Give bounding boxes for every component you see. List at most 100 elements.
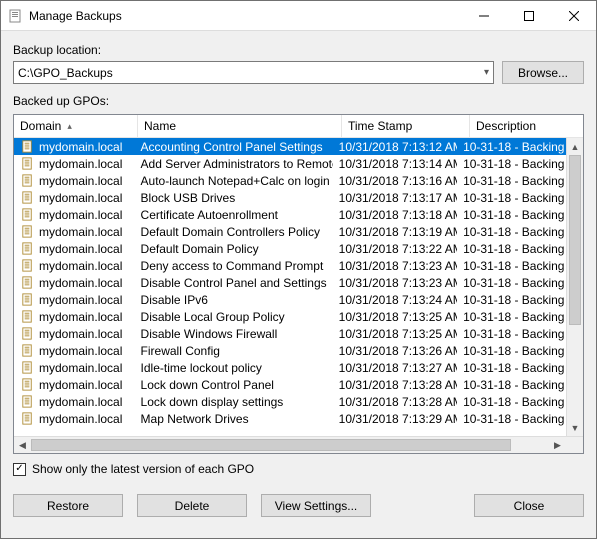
column-description[interactable]: Description	[470, 115, 582, 137]
cell-description: 10-31-18 - Backing up a	[457, 259, 566, 273]
table-row[interactable]: mydomain.local Disable IPv610/31/2018 7:1…	[14, 291, 566, 308]
maximize-button[interactable]	[506, 1, 551, 30]
table-row[interactable]: mydomain.local Default Domain Controllers…	[14, 223, 566, 240]
table-row[interactable]: mydomain.localDefault Domain Policy10/31…	[14, 240, 566, 257]
cell-description: 10-31-18 - Backing up a	[457, 276, 566, 290]
cell-name: Disable Windows Firewall	[135, 327, 333, 341]
close-button[interactable]	[551, 1, 596, 30]
table-row[interactable]: mydomain.local Lock down Control Panel10/…	[14, 376, 566, 393]
cell-domain: mydomain.local	[39, 378, 122, 392]
scroll-thumb-horizontal[interactable]	[31, 439, 511, 451]
cell-timestamp: 10/31/2018 7:13:14 AM	[333, 157, 457, 171]
gpo-icon	[20, 139, 35, 154]
cell-timestamp: 10/31/2018 7:13:29 AM	[333, 412, 457, 426]
cell-name: Add Server Administrators to Remote ...	[135, 157, 333, 171]
view-settings-button[interactable]: View Settings...	[261, 494, 371, 517]
table-row[interactable]: mydomain.localMap Network Drives10/31/20…	[14, 410, 566, 427]
cell-description: 10-31-18 - Backing up a	[457, 174, 566, 188]
table-row[interactable]: mydomain.localDeny access to Command Pro…	[14, 257, 566, 274]
cell-description: 10-31-18 - Backing up a	[457, 378, 566, 392]
vertical-scrollbar[interactable]: ▲ ▼	[566, 138, 583, 436]
horizontal-scrollbar[interactable]: ◀ ▶	[14, 436, 583, 453]
gpo-icon	[20, 343, 35, 358]
cell-timestamp: 10/31/2018 7:13:17 AM	[333, 191, 457, 205]
backed-up-gpos-label: Backed up GPOs:	[13, 94, 584, 108]
show-latest-label: Show only the latest version of each GPO	[32, 462, 254, 476]
table-row[interactable]: mydomain.local Add Server Administrators …	[14, 155, 566, 172]
table-row[interactable]: mydomain.local Disable Windows Firewall10…	[14, 325, 566, 342]
column-domain[interactable]: Domain	[14, 115, 138, 137]
cell-timestamp: 10/31/2018 7:13:23 AM	[333, 259, 457, 273]
cell-description: 10-31-18 - Backing up a	[457, 344, 566, 358]
cell-name: Disable IPv6	[135, 293, 333, 307]
cell-description: 10-31-18 - Backing up a	[457, 191, 566, 205]
table-row[interactable]: mydomain.local Disable Control Panel and …	[14, 274, 566, 291]
cell-description: 10-31-18 - Backing up a	[457, 242, 566, 256]
gpo-listview[interactable]: Domain Name Time Stamp Description mydom…	[13, 114, 584, 454]
cell-timestamp: 10/31/2018 7:13:26 AM	[333, 344, 457, 358]
browse-button[interactable]: Browse...	[502, 61, 584, 84]
restore-button[interactable]: Restore	[13, 494, 123, 517]
cell-timestamp: 10/31/2018 7:13:28 AM	[333, 395, 457, 409]
cell-timestamp: 10/31/2018 7:13:25 AM	[333, 310, 457, 324]
cell-domain: mydomain.local	[39, 361, 122, 375]
cell-domain: mydomain.local	[39, 157, 122, 171]
cell-name: Idle-time lockout policy	[135, 361, 333, 375]
table-row[interactable]: mydomain.localCertificate Autoenrollment…	[14, 206, 566, 223]
column-headers: Domain Name Time Stamp Description	[14, 115, 583, 138]
backup-location-label: Backup location:	[13, 43, 584, 57]
cell-description: 10-31-18 - Backing up a	[457, 310, 566, 324]
cell-domain: mydomain.local	[39, 225, 122, 239]
column-timestamp[interactable]: Time Stamp	[342, 115, 470, 137]
cell-domain: mydomain.local	[39, 293, 122, 307]
delete-button[interactable]: Delete	[137, 494, 247, 517]
cell-timestamp: 10/31/2018 7:13:19 AM	[333, 225, 457, 239]
show-latest-checkbox[interactable]: ✓	[13, 463, 26, 476]
table-row[interactable]: mydomain.localFirewall Config10/31/2018 …	[14, 342, 566, 359]
cell-domain: mydomain.local	[39, 412, 122, 426]
gpo-icon	[20, 156, 35, 171]
cell-timestamp: 10/31/2018 7:13:16 AM	[333, 174, 457, 188]
table-row[interactable]: mydomain.localLock down display settings…	[14, 393, 566, 410]
backup-location-combo[interactable]: C:\GPO_Backups ▾	[13, 61, 494, 84]
column-name[interactable]: Name	[138, 115, 342, 137]
manage-backups-window: Manage Backups Backup location: C:\GPO_B…	[0, 0, 597, 539]
minimize-button[interactable]	[461, 1, 506, 30]
cell-domain: mydomain.local	[39, 242, 122, 256]
gpo-icon	[20, 258, 35, 273]
gpo-icon	[20, 292, 35, 307]
scroll-down-icon[interactable]: ▼	[567, 419, 583, 436]
cell-description: 10-31-18 - Backing up a	[457, 361, 566, 375]
cell-description: 10-31-18 - Backing up a	[457, 293, 566, 307]
cell-name: Block USB Drives	[135, 191, 333, 205]
cell-domain: mydomain.local	[39, 276, 122, 290]
gpo-icon	[20, 190, 35, 205]
table-row[interactable]: mydomain.localAuto-launch Notepad+Calc o…	[14, 172, 566, 189]
scroll-thumb-vertical[interactable]	[569, 155, 581, 325]
table-row[interactable]: mydomain.localBlock USB Drives10/31/2018…	[14, 189, 566, 206]
gpo-icon	[20, 360, 35, 375]
table-row[interactable]: mydomain.localAccounting Control Panel S…	[14, 138, 566, 155]
gpo-icon	[20, 309, 35, 324]
cell-description: 10-31-18 - Backing up a	[457, 140, 566, 154]
cell-name: Accounting Control Panel Settings	[135, 140, 333, 154]
cell-timestamp: 10/31/2018 7:13:24 AM	[333, 293, 457, 307]
cell-description: 10-31-18 - Backing up a	[457, 395, 566, 409]
cell-timestamp: 10/31/2018 7:13:28 AM	[333, 378, 457, 392]
cell-name: Lock down Control Panel	[135, 378, 333, 392]
cell-timestamp: 10/31/2018 7:13:25 AM	[333, 327, 457, 341]
scroll-up-icon[interactable]: ▲	[567, 138, 583, 155]
cell-timestamp: 10/31/2018 7:13:23 AM	[333, 276, 457, 290]
gpo-icon	[20, 275, 35, 290]
table-row[interactable]: mydomain.local Idle-time lockout policy 10…	[14, 359, 566, 376]
cell-name: Disable Control Panel and Settings	[135, 276, 333, 290]
scroll-left-icon[interactable]: ◀	[14, 437, 31, 453]
gpo-icon	[20, 224, 35, 239]
close-dialog-button[interactable]: Close	[474, 494, 584, 517]
scroll-right-icon[interactable]: ▶	[549, 437, 566, 453]
scrollbar-corner	[566, 437, 583, 453]
cell-domain: mydomain.local	[39, 327, 122, 341]
table-row[interactable]: mydomain.localDisable Local Group Policy…	[14, 308, 566, 325]
cell-name: Default Domain Controllers Policy	[135, 225, 333, 239]
cell-domain: mydomain.local	[39, 174, 122, 188]
